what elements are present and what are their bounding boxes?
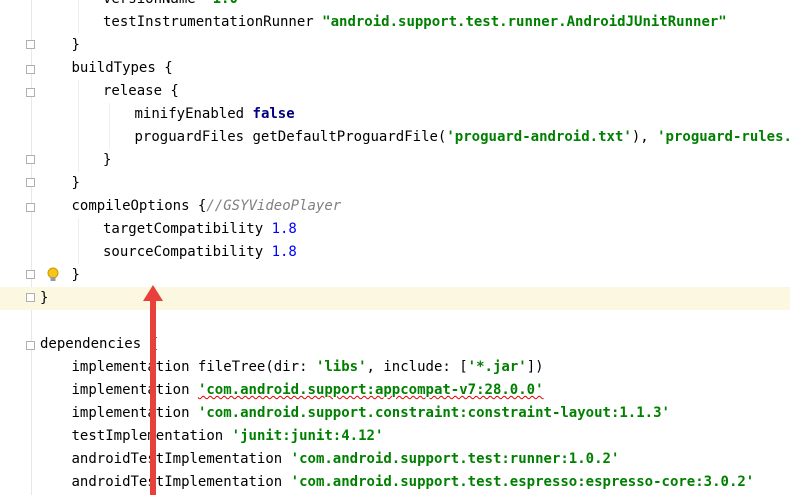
code-token: implementation bbox=[71, 405, 198, 421]
code-line[interactable]: testImplementation 'junit:junit:4.12' bbox=[0, 425, 790, 448]
fold-icon[interactable] bbox=[26, 203, 35, 212]
code-token: minifyEnabled bbox=[134, 106, 253, 122]
code-line[interactable]: androidTestImplementation 'com.android.s… bbox=[0, 471, 790, 494]
code-token: } bbox=[71, 267, 80, 283]
code-text: } bbox=[72, 264, 80, 287]
red-arrow-icon bbox=[143, 285, 163, 495]
fold-icon[interactable] bbox=[26, 65, 35, 74]
code-token: 'libs' bbox=[315, 359, 367, 375]
code-token: ), bbox=[631, 129, 658, 145]
code-token: "1.0" bbox=[204, 0, 246, 7]
code-token: 'com.android.support.constraint:constrai… bbox=[197, 405, 670, 421]
fold-icon[interactable] bbox=[26, 270, 35, 279]
indent-guide bbox=[77, 149, 79, 172]
code-token: } bbox=[71, 175, 80, 191]
code-line[interactable]: implementation 'com.android.support.cons… bbox=[0, 402, 790, 425]
code-text: buildTypes { bbox=[72, 57, 173, 80]
code-token: , include: [ bbox=[366, 359, 468, 375]
indent-guide bbox=[77, 218, 79, 241]
code-token: 1.8 bbox=[271, 221, 297, 237]
indent-guide bbox=[77, 80, 79, 103]
code-token: compileOptions { bbox=[71, 198, 207, 214]
fold-icon[interactable] bbox=[26, 155, 35, 164]
code-line[interactable]: } bbox=[0, 34, 790, 57]
indent-guide bbox=[77, 126, 79, 149]
code-token: buildTypes { bbox=[71, 60, 173, 76]
code-token: androidTestImplementation bbox=[71, 474, 291, 490]
code-text: sourceCompatibility 1.8 bbox=[103, 241, 297, 264]
indent-guide bbox=[77, 0, 79, 11]
code-token: } bbox=[103, 152, 112, 168]
code-text: versionName "1.0" bbox=[103, 0, 246, 11]
code-text: testInstrumentationRunner "android.suppo… bbox=[103, 11, 727, 34]
indent-guide bbox=[109, 103, 110, 126]
indent-guide bbox=[77, 11, 79, 34]
fold-icon[interactable] bbox=[26, 40, 35, 49]
code-token: 'com.android.support:appcompat-v7:28.0.0… bbox=[197, 382, 544, 398]
code-text: release { bbox=[103, 80, 179, 103]
code-line[interactable]: dependencies { bbox=[0, 333, 790, 356]
code-text: } bbox=[72, 34, 80, 57]
code-text: proguardFiles getDefaultProguardFile('pr… bbox=[135, 126, 790, 149]
code-line[interactable]: implementation 'com.android.support:appc… bbox=[0, 379, 790, 402]
code-text: minifyEnabled false bbox=[135, 103, 295, 126]
code-line[interactable]: proguardFiles getDefaultProguardFile('pr… bbox=[0, 126, 790, 149]
fold-icon[interactable] bbox=[26, 178, 35, 187]
code-line[interactable]: sourceCompatibility 1.8 bbox=[0, 241, 790, 264]
indent-guide bbox=[77, 103, 79, 126]
code-line[interactable]: implementation fileTree(dir: 'libs', inc… bbox=[0, 356, 790, 379]
code-token: '*.jar' bbox=[467, 359, 527, 375]
code-token: ]) bbox=[526, 359, 544, 375]
code-line[interactable]: } bbox=[0, 172, 790, 195]
code-token: implementation fileTree(dir: bbox=[71, 359, 316, 375]
code-token: 'proguard-android.txt' bbox=[446, 129, 632, 145]
code-line[interactable]: versionName "1.0" bbox=[0, 0, 790, 11]
code-token: //GSYVideoPlayer bbox=[206, 198, 342, 214]
code-line[interactable]: androidTestImplementation 'com.android.s… bbox=[0, 448, 790, 471]
code-line[interactable]: minifyEnabled false bbox=[0, 103, 790, 126]
code-token: proguardFiles getDefaultProguardFile( bbox=[134, 129, 447, 145]
code-text: targetCompatibility 1.8 bbox=[103, 218, 297, 241]
code-token: } bbox=[71, 37, 80, 53]
code-text: } bbox=[103, 149, 111, 172]
code-line[interactable]: buildTypes { bbox=[0, 57, 790, 80]
code-line[interactable] bbox=[0, 310, 790, 333]
code-token: } bbox=[40, 290, 49, 306]
code-token: testInstrumentationRunner bbox=[103, 14, 323, 30]
code-token: 'proguard-rules. bbox=[657, 129, 790, 145]
code-token: 'com.android.support.test.espresso:espre… bbox=[290, 474, 755, 490]
code-text: compileOptions {//GSYVideoPlayer bbox=[72, 195, 342, 218]
code-text: } bbox=[72, 172, 80, 195]
code-line[interactable]: release { bbox=[0, 80, 790, 103]
lightbulb-icon[interactable] bbox=[46, 267, 60, 283]
code-token: 1.8 bbox=[271, 244, 297, 260]
code-line[interactable]: } bbox=[0, 149, 790, 172]
code-token: targetCompatibility bbox=[103, 221, 272, 237]
code-line[interactable]: } bbox=[0, 287, 790, 310]
code-text: androidTestImplementation 'com.android.s… bbox=[72, 471, 755, 494]
fold-icon[interactable] bbox=[26, 341, 35, 350]
indent-guide bbox=[77, 241, 79, 264]
code-token: implementation bbox=[71, 382, 198, 398]
code-token: 'junit:junit:4.12' bbox=[231, 428, 384, 444]
code-line[interactable]: compileOptions {//GSYVideoPlayer bbox=[0, 195, 790, 218]
code-line[interactable]: } bbox=[0, 264, 790, 287]
code-token: versionName bbox=[103, 0, 204, 7]
code-token: androidTestImplementation bbox=[71, 451, 291, 467]
code-token: release { bbox=[103, 83, 179, 99]
fold-icon[interactable] bbox=[26, 88, 35, 97]
code-text: testImplementation 'junit:junit:4.12' bbox=[72, 425, 384, 448]
code-line[interactable]: targetCompatibility 1.8 bbox=[0, 218, 790, 241]
code-token: false bbox=[252, 106, 295, 122]
code-token: sourceCompatibility bbox=[103, 244, 272, 260]
fold-icon[interactable] bbox=[26, 293, 35, 302]
code-line[interactable]: testInstrumentationRunner "android.suppo… bbox=[0, 11, 790, 34]
code-text: } bbox=[40, 287, 48, 310]
code-token: "android.support.test.runner.AndroidJUni… bbox=[322, 14, 727, 30]
indent-guide bbox=[109, 126, 110, 149]
code-token: 'com.android.support.test:runner:1.0.2' bbox=[290, 451, 620, 467]
